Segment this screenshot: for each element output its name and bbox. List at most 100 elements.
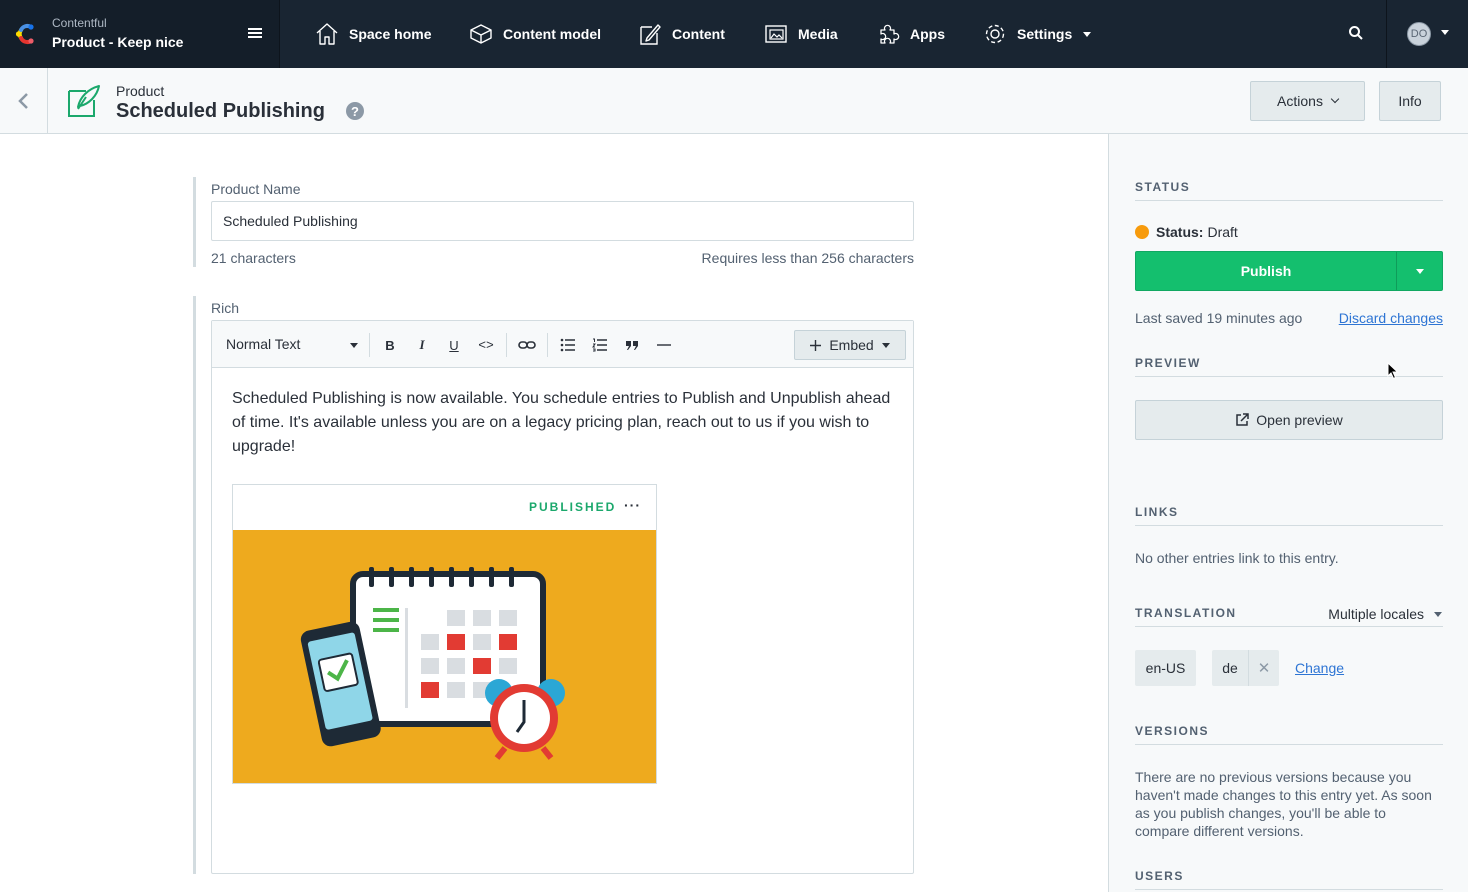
space-switcher[interactable]: Contentful Product - Keep nice bbox=[0, 0, 280, 68]
content-icon bbox=[640, 24, 661, 45]
close-icon[interactable]: ✕ bbox=[1248, 650, 1279, 686]
publish-button-group: Publish bbox=[1135, 251, 1443, 291]
search-icon[interactable] bbox=[1347, 24, 1365, 42]
horizontal-rule-icon bbox=[657, 344, 671, 346]
field-label: Rich bbox=[211, 300, 240, 316]
help-icon[interactable]: ? bbox=[346, 102, 364, 120]
home-icon bbox=[316, 23, 338, 45]
heading-select-value: Normal Text bbox=[226, 336, 301, 352]
back-button[interactable] bbox=[0, 68, 48, 133]
field-rich: Rich Normal Text B I U <> Embed Schedule… bbox=[193, 296, 914, 874]
chevron-down-icon bbox=[1330, 94, 1340, 104]
external-link-icon bbox=[1236, 413, 1250, 426]
mouse-cursor-icon bbox=[1387, 362, 1399, 380]
translation-heading-label: TRANSLATION bbox=[1135, 606, 1237, 620]
toolbar-divider bbox=[506, 333, 507, 357]
code-button[interactable]: <> bbox=[474, 333, 498, 357]
status-value: Draft bbox=[1207, 224, 1238, 240]
chevron-down-icon bbox=[1083, 31, 1092, 37]
space-name: Product - Keep nice bbox=[52, 34, 184, 50]
info-button[interactable]: Info bbox=[1379, 81, 1441, 121]
versions-heading: VERSIONS bbox=[1135, 724, 1443, 745]
open-preview-label: Open preview bbox=[1256, 412, 1343, 428]
plus-icon bbox=[810, 339, 822, 351]
caret-down-icon bbox=[881, 342, 890, 348]
nav-settings[interactable]: Settings bbox=[982, 0, 1092, 68]
numbered-list-button[interactable] bbox=[588, 333, 612, 357]
chevron-down-icon bbox=[1441, 30, 1449, 35]
embedded-entry-image bbox=[233, 530, 656, 783]
more-options-icon[interactable]: ··· bbox=[624, 497, 641, 513]
nav-label: Settings bbox=[1017, 26, 1073, 42]
rich-text-editor: Normal Text B I U <> Embed Scheduled Pub… bbox=[211, 320, 914, 874]
embedded-entry-card[interactable]: PUBLISHED ··· bbox=[232, 484, 657, 784]
avatar: DO bbox=[1407, 22, 1431, 46]
chevron-left-icon bbox=[17, 92, 28, 109]
account-menu[interactable]: DO bbox=[1386, 0, 1468, 68]
nav-label: Media bbox=[798, 26, 838, 42]
heading-select[interactable]: Normal Text bbox=[226, 336, 361, 354]
product-name-input[interactable] bbox=[211, 201, 914, 241]
nav-content[interactable]: Content bbox=[637, 0, 725, 68]
entry-editor: Product Name 21 characters Requires less… bbox=[0, 134, 1108, 892]
publish-options-button[interactable] bbox=[1396, 252, 1442, 290]
locale-label: de bbox=[1222, 660, 1238, 676]
status-prefix: Status: bbox=[1156, 224, 1204, 240]
actions-button[interactable]: Actions bbox=[1250, 81, 1365, 121]
numbered-list-icon bbox=[592, 338, 607, 352]
hyperlink-button[interactable] bbox=[515, 333, 539, 357]
change-locales-link[interactable]: Change bbox=[1295, 660, 1344, 676]
locale-pill-en-us: en-US bbox=[1135, 650, 1196, 686]
caret-down-icon bbox=[1434, 611, 1442, 617]
caret-down-icon bbox=[350, 343, 358, 348]
versions-text: There are no previous versions because y… bbox=[1135, 769, 1432, 839]
entry-header: Product Scheduled Publishing ? Actions I… bbox=[0, 68, 1468, 134]
last-saved-text: Last saved 19 minutes ago bbox=[1135, 310, 1303, 326]
toolbar-divider bbox=[547, 333, 548, 357]
bulleted-list-icon bbox=[560, 338, 575, 352]
top-navigation: Contentful Product - Keep nice Space hom… bbox=[0, 0, 1468, 68]
link-icon bbox=[518, 341, 536, 349]
locale-mode-select[interactable]: Multiple locales bbox=[1328, 606, 1442, 622]
locale-pill-de: de ✕ bbox=[1212, 650, 1279, 686]
publish-button[interactable]: Publish bbox=[1136, 252, 1396, 290]
entry-status: Status: Draft bbox=[1135, 224, 1238, 240]
media-icon bbox=[765, 25, 787, 43]
hamburger-icon[interactable] bbox=[247, 26, 263, 40]
embed-label: Embed bbox=[829, 337, 874, 353]
char-count: 21 characters bbox=[211, 250, 296, 266]
rich-text-paragraph[interactable]: Scheduled Publishing is now available. Y… bbox=[232, 387, 892, 459]
horizontal-rule-button[interactable] bbox=[652, 333, 676, 357]
nav-space-home[interactable]: Space home bbox=[314, 0, 431, 68]
settings-icon bbox=[985, 24, 1005, 44]
status-heading: STATUS bbox=[1135, 180, 1443, 201]
underline-button[interactable]: U bbox=[442, 333, 466, 357]
field-product-name: Product Name 21 characters Requires less… bbox=[193, 177, 914, 267]
quote-button[interactable] bbox=[620, 333, 644, 357]
content-model-icon bbox=[470, 24, 492, 44]
discard-changes-link[interactable]: Discard changes bbox=[1339, 310, 1443, 326]
contentful-logo bbox=[15, 23, 34, 45]
field-label: Product Name bbox=[211, 181, 301, 197]
info-label: Info bbox=[1398, 93, 1422, 109]
users-heading: USERS bbox=[1135, 869, 1443, 890]
bold-button[interactable]: B bbox=[378, 333, 402, 357]
embed-button[interactable]: Embed bbox=[794, 330, 906, 360]
nav-apps[interactable]: Apps bbox=[875, 0, 945, 68]
bulleted-list-button[interactable] bbox=[556, 333, 580, 357]
status-dot-icon bbox=[1135, 225, 1149, 239]
italic-button[interactable]: I bbox=[410, 333, 434, 357]
nav-content-model[interactable]: Content model bbox=[468, 0, 601, 68]
entry-title: Scheduled Publishing bbox=[116, 100, 325, 122]
actions-label: Actions bbox=[1277, 93, 1323, 109]
entry-icon bbox=[68, 85, 100, 117]
nav-media[interactable]: Media bbox=[763, 0, 838, 68]
links-heading: LINKS bbox=[1135, 505, 1443, 526]
content-type-name: Product bbox=[116, 83, 165, 99]
open-preview-button[interactable]: Open preview bbox=[1135, 400, 1443, 440]
links-text: No other entries link to this entry. bbox=[1135, 550, 1339, 566]
quote-icon bbox=[626, 341, 638, 350]
apps-icon bbox=[880, 24, 900, 44]
nav-label: Space home bbox=[349, 26, 432, 42]
rich-text-toolbar: Normal Text B I U <> Embed bbox=[212, 321, 913, 368]
